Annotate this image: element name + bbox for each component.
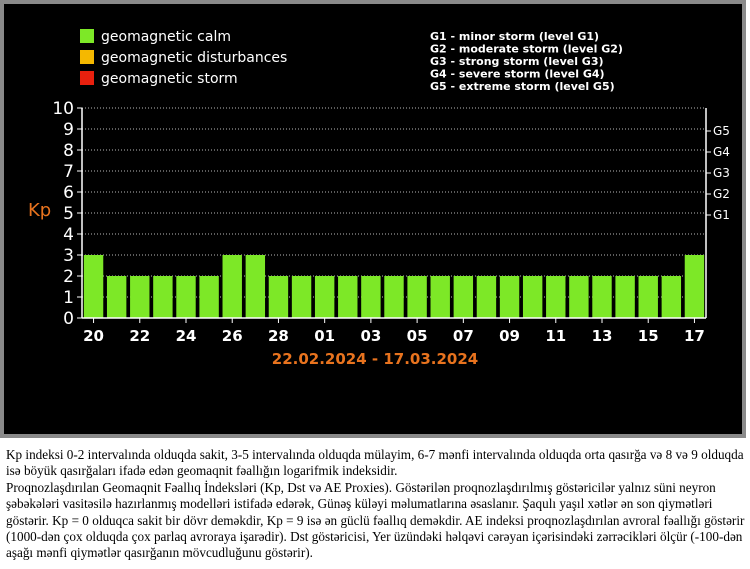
legend-swatch <box>80 50 94 64</box>
kp-bar <box>453 276 474 318</box>
x-tick-label: 24 <box>176 327 197 345</box>
x-tick-label: 20 <box>83 327 104 345</box>
storm-level-item: G1 - minor storm (level G1) <box>430 30 599 43</box>
g-tick-labels: G1 G2 G3 G4 G5 <box>706 124 730 222</box>
kp-bar <box>268 276 289 318</box>
x-tick-label: 26 <box>222 327 243 345</box>
kp-bar <box>361 276 381 318</box>
legend-label: geomagnetic calm <box>101 29 231 45</box>
kp-bar-chart: geomagnetic calm geomagnetic disturbances… <box>28 29 730 368</box>
x-tick-labels: 20 22 24 26 28 01 03 05 07 09 11 13 15 17 <box>83 318 705 345</box>
kp-bar <box>291 276 312 318</box>
x-tick-label: 05 <box>407 327 428 345</box>
y-tick-label: 10 <box>52 99 74 119</box>
description-paragraph-1: Kp indeksi 0-2 intervalında olduqda saki… <box>6 447 744 479</box>
legend-swatch <box>80 71 94 85</box>
y-tick-label: 0 <box>63 309 74 329</box>
kp-bar <box>546 276 566 318</box>
kp-bar <box>684 255 705 318</box>
kp-bar <box>615 276 635 318</box>
x-tick-label: 15 <box>638 327 659 345</box>
bars <box>83 255 705 318</box>
y-tick-label: 5 <box>63 204 74 224</box>
kp-description: Kp indeksi 0-2 intervalında olduqda saki… <box>6 447 746 562</box>
kp-bar <box>522 276 543 318</box>
x-tick-label: 28 <box>268 327 289 345</box>
kp-chart-panel: geomagnetic calm geomagnetic disturbances… <box>0 0 746 438</box>
kp-bar <box>407 276 427 318</box>
kp-bar <box>569 276 589 318</box>
g-tick-label: G1 <box>713 208 730 222</box>
kp-bar <box>106 276 127 318</box>
kp-bar <box>130 276 150 318</box>
storm-level-item: G4 - severe storm (level G4) <box>430 68 605 81</box>
x-tick-label: 03 <box>360 327 381 345</box>
y-tick-label: 4 <box>63 225 74 245</box>
x-tick-label: 01 <box>314 327 335 345</box>
kp-bar <box>176 276 196 318</box>
y-tick-label: 8 <box>63 141 74 161</box>
kp-bar <box>222 255 242 318</box>
description-paragraph-2: Proqnozlaşdırılan Geomaqnit Fəallıq İnde… <box>6 479 745 561</box>
kp-bar <box>83 255 104 318</box>
y-tick-label: 3 <box>63 246 74 266</box>
y-tick-labels: 012345678910 <box>52 99 82 329</box>
x-tick-label: 07 <box>453 327 474 345</box>
kp-bar <box>153 276 173 318</box>
legend-label: geomagnetic storm <box>101 71 238 87</box>
g-tick-label: G5 <box>713 124 730 138</box>
x-tick-label: 17 <box>684 327 705 345</box>
g-tick-label: G4 <box>713 145 730 159</box>
kp-bar <box>430 276 450 318</box>
storm-level-item: G2 - moderate storm (level G2) <box>430 43 623 56</box>
x-tick-label: 11 <box>545 327 566 345</box>
kp-bar <box>314 276 335 318</box>
x-tick-label: 09 <box>499 327 520 345</box>
date-range-label: 22.02.2024 - 17.03.2024 <box>272 350 478 368</box>
storm-level-item: G5 - extreme storm (level G5) <box>430 80 615 93</box>
kp-bar <box>592 276 612 318</box>
storm-level-item: G3 - strong storm (level G3) <box>430 55 604 68</box>
kp-bar <box>638 276 658 318</box>
kp-bar <box>499 276 520 318</box>
g-tick-label: G2 <box>713 187 730 201</box>
x-tick-label: 22 <box>129 327 150 345</box>
legend-swatch <box>80 29 94 43</box>
x-tick-label: 13 <box>592 327 613 345</box>
y-tick-label: 1 <box>63 288 74 308</box>
y-tick-label: 9 <box>63 120 74 140</box>
kp-bar <box>338 276 358 318</box>
y-tick-label: 7 <box>63 162 74 182</box>
kp-bar <box>245 255 266 318</box>
kp-bar <box>199 276 219 318</box>
y-axis-label: Kp <box>28 200 51 221</box>
y-tick-label: 6 <box>63 183 74 203</box>
legend-label: geomagnetic disturbances <box>101 50 287 66</box>
legend: geomagnetic calm geomagnetic disturbances… <box>80 29 287 87</box>
kp-bar <box>661 276 682 318</box>
kp-bar <box>476 276 497 318</box>
y-tick-label: 2 <box>63 267 74 287</box>
storm-level-list: G1 - minor storm (level G1)G2 - moderate… <box>430 30 623 93</box>
grid-lines <box>82 107 706 298</box>
g-tick-label: G3 <box>713 166 730 180</box>
kp-bar <box>384 276 404 318</box>
